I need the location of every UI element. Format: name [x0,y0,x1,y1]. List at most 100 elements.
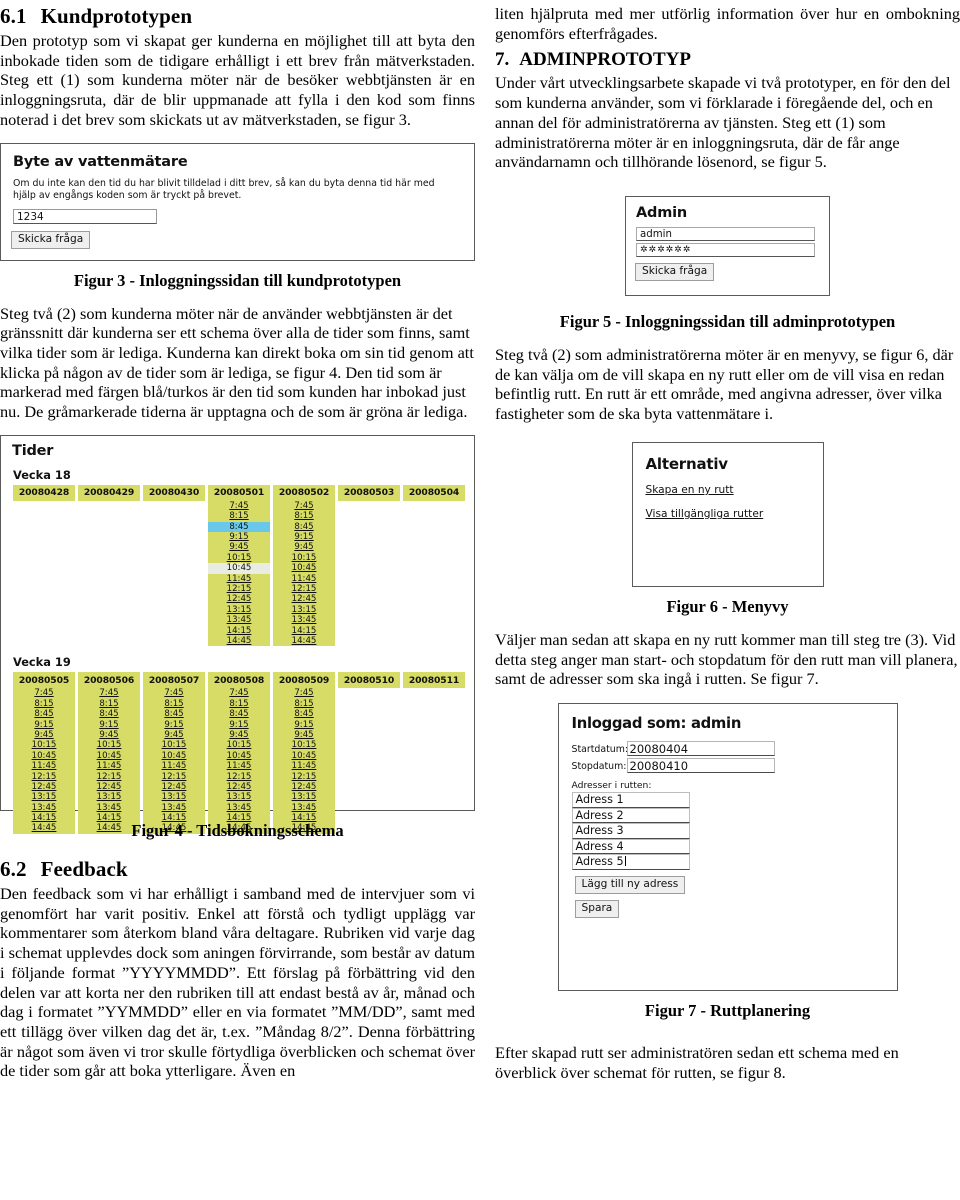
stopdatum-input[interactable]: 20080410 [626,758,775,774]
skicka-fraga-button[interactable]: Skicka fråga [11,231,91,250]
time-slot[interactable]: 12:45 [78,782,140,792]
time-slot[interactable]: 9:15 [208,720,270,730]
time-slot[interactable]: 14:15 [273,626,335,636]
time-slot[interactable]: 13:45 [208,803,270,813]
admin-username-input[interactable]: admin [636,227,815,242]
time-slot[interactable]: 10:45 [143,751,205,761]
time-slot[interactable]: 8:45 [273,709,335,719]
time-slot[interactable]: 9:45 [78,730,140,740]
time-slot[interactable]: 12:15 [78,772,140,782]
time-slot[interactable]: 11:45 [208,761,270,771]
time-slot[interactable]: 10:45 [208,751,270,761]
time-slot[interactable]: 11:45 [273,761,335,771]
time-slot[interactable]: 9:15 [78,720,140,730]
address-input[interactable]: Adress 2 [571,807,690,824]
time-slot[interactable]: 7:45 [273,688,335,698]
time-slot[interactable]: 11:45 [208,574,270,584]
time-slot[interactable]: 8:15 [143,699,205,709]
time-slot[interactable]: 11:45 [13,761,75,771]
time-slot[interactable]: 10:45 [13,751,75,761]
time-slot[interactable]: 8:45 [143,709,205,719]
time-slot[interactable]: 10:15 [143,740,205,750]
time-slot[interactable]: 13:15 [208,605,270,615]
time-slot[interactable]: 8:15 [208,699,270,709]
time-slot[interactable]: 11:45 [273,574,335,584]
time-slot[interactable]: 13:45 [13,803,75,813]
link-visa-tillgangliga-rutter[interactable]: Visa tillgängliga rutter [646,508,811,520]
time-slot[interactable]: 13:15 [208,792,270,802]
time-slot[interactable]: 9:15 [273,720,335,730]
time-slot[interactable]: 14:45 [273,636,335,646]
address-input[interactable]: Adress 5 [571,854,690,870]
time-slot[interactable]: 12:45 [208,782,270,792]
time-slot[interactable]: 9:15 [273,532,335,542]
time-slot[interactable]: 10:45 [273,751,335,761]
time-slot[interactable]: 9:45 [13,730,75,740]
time-slot[interactable]: 9:45 [273,730,335,740]
time-slot[interactable]: 7:45 [273,501,335,511]
link-skapa-ny-rutt[interactable]: Skapa en ny rutt [646,484,811,496]
time-slot[interactable]: 10:45 [78,751,140,761]
time-slot[interactable]: 9:15 [208,532,270,542]
time-slot[interactable]: 9:45 [273,542,335,552]
time-slot[interactable]: 14:15 [13,813,75,823]
time-slot[interactable]: 12:45 [273,782,335,792]
time-slot[interactable]: 12:45 [208,594,270,604]
time-slot[interactable]: 13:15 [13,792,75,802]
time-slot[interactable]: 8:45 [273,522,335,532]
time-slot[interactable]: 7:45 [208,501,270,511]
time-slot[interactable]: 12:45 [13,782,75,792]
time-slot[interactable]: 13:45 [208,615,270,625]
time-slot[interactable]: 10:15 [273,740,335,750]
time-slot[interactable]: 12:15 [208,772,270,782]
time-slot[interactable]: 7:45 [78,688,140,698]
time-slot[interactable]: 8:45 [13,709,75,719]
time-slot[interactable]: 13:45 [78,803,140,813]
time-slot[interactable]: 8:15 [273,699,335,709]
time-slot[interactable]: 12:15 [208,584,270,594]
time-slot[interactable]: 14:15 [208,626,270,636]
time-slot[interactable]: 14:45 [13,823,75,833]
time-slot[interactable]: 7:45 [13,688,75,698]
lagg-till-ny-adress-button[interactable]: Lägg till ny adress [574,875,686,894]
startdatum-input[interactable]: 20080404 [626,741,775,757]
time-slot[interactable]: 9:45 [208,730,270,740]
time-slot[interactable]: 7:45 [208,688,270,698]
time-slot[interactable]: 13:45 [273,615,335,625]
admin-password-input[interactable]: ✲✲✲✲✲✲ [636,243,815,258]
time-slot[interactable]: 13:15 [273,605,335,615]
time-slot[interactable]: 13:15 [78,792,140,802]
time-slot[interactable]: 9:15 [143,720,205,730]
time-slot[interactable]: 12:15 [273,584,335,594]
time-slot[interactable]: 8:45 [208,709,270,719]
time-slot[interactable]: 11:45 [143,761,205,771]
time-slot[interactable]: 9:15 [13,720,75,730]
time-slot[interactable]: 8:45 [78,709,140,719]
time-slot[interactable]: 12:45 [143,782,205,792]
time-slot[interactable]: 12:15 [143,772,205,782]
address-input[interactable]: Adress 3 [571,823,690,839]
time-slot[interactable]: 10:15 [208,740,270,750]
time-slot[interactable]: 9:45 [208,542,270,552]
time-slot[interactable]: 11:45 [78,761,140,771]
code-input[interactable]: 1234 [13,209,157,225]
time-slot[interactable]: 13:15 [143,792,205,802]
time-slot[interactable]: 14:45 [208,636,270,646]
time-slot[interactable]: 13:15 [273,792,335,802]
time-slot[interactable]: 8:15 [273,511,335,521]
time-slot[interactable]: 12:15 [273,772,335,782]
time-slot[interactable]: 10:15 [78,740,140,750]
time-slot[interactable]: 8:15 [78,699,140,709]
time-slot[interactable]: 10:15 [13,740,75,750]
time-slot[interactable]: 10:45 [273,563,335,573]
admin-skicka-fraga-button[interactable]: Skicka fråga [635,263,715,282]
time-slot[interactable]: 8:15 [208,511,270,521]
time-slot[interactable]: 12:15 [13,772,75,782]
address-input[interactable]: Adress 1 [571,792,690,808]
time-slot[interactable]: 13:45 [273,803,335,813]
time-slot[interactable]: 13:45 [143,803,205,813]
time-slot[interactable]: 10:15 [273,553,335,563]
time-slot[interactable]: 8:15 [13,699,75,709]
time-slot[interactable]: 7:45 [143,688,205,698]
spara-button[interactable]: Spara [574,899,620,918]
